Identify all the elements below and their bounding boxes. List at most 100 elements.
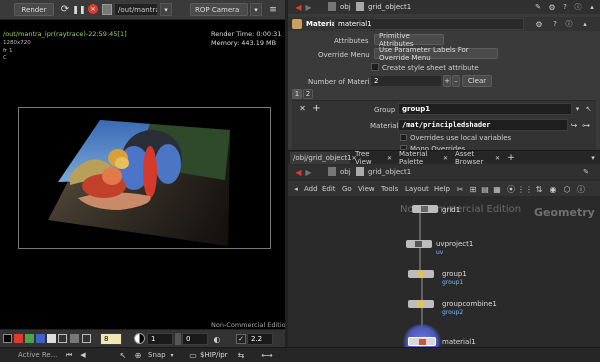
split-icon[interactable]: [70, 334, 79, 343]
menu-tools[interactable]: Tools: [381, 185, 398, 193]
tab-material-palette[interactable]: Material Palette ✕: [396, 150, 450, 166]
lut-icon[interactable]: [175, 333, 181, 345]
info-icon[interactable]: ⓘ: [564, 19, 574, 29]
offset-field[interactable]: 0: [182, 333, 208, 345]
help-icon[interactable]: ?: [550, 19, 560, 29]
tab-asset-browser[interactable]: Asset Browser ✕: [452, 150, 502, 166]
mono-swatch-icon[interactable]: [3, 334, 12, 343]
num-materials-label: Number of Materials: [308, 78, 380, 86]
style-sheet-checkbox[interactable]: [371, 63, 379, 71]
tab-network[interactable]: /obj/grid_object1 ✕: [290, 152, 357, 164]
menu-edit[interactable]: Edit: [322, 185, 336, 193]
color-icon[interactable]: ◉: [548, 184, 558, 194]
network-canvas[interactable]: Non-Commercial Edition Geometry grid1 uv…: [288, 196, 600, 362]
network-box-icon[interactable]: ▦: [492, 184, 502, 194]
parm-path-node[interactable]: grid_object1: [368, 3, 411, 11]
gain-field[interactable]: 1: [147, 333, 173, 345]
node-uvproject1-label: uvproject1: [436, 240, 474, 248]
info-icon[interactable]: ⓘ: [576, 184, 586, 194]
fold-icon[interactable]: ▴: [587, 2, 597, 12]
red-channel-icon[interactable]: [14, 334, 23, 343]
override-menu-select[interactable]: Use Parameter Labels For Override Menu: [374, 46, 498, 62]
sync-icon[interactable]: ⇆: [236, 350, 246, 360]
add-tab-icon[interactable]: +: [506, 152, 516, 163]
snap-icon[interactable]: ⊕: [133, 350, 143, 360]
snap-menu-icon[interactable]: ▾: [168, 350, 176, 360]
layout-icon[interactable]: ⊞: [468, 184, 478, 194]
group-field[interactable]: group1: [398, 103, 572, 115]
frame-icon[interactable]: [82, 334, 91, 343]
exposure-icon[interactable]: [134, 333, 145, 344]
playbar-icon[interactable]: ⟷: [261, 350, 272, 360]
green-channel-icon[interactable]: [25, 334, 34, 343]
tab-2[interactable]: 2: [303, 89, 313, 99]
node-groupcombine1[interactable]: [408, 300, 434, 308]
close-icon[interactable]: ✕: [387, 155, 392, 162]
material-path-field[interactable]: /mat/principledshader: [398, 119, 568, 131]
blue-channel-icon[interactable]: [36, 334, 45, 343]
skip-back-icon[interactable]: ⏮: [64, 350, 74, 360]
chevron-down-icon[interactable]: ▾: [573, 104, 582, 114]
snap-label[interactable]: Snap: [148, 351, 166, 359]
forward-icon[interactable]: ▶: [304, 2, 313, 12]
tools-icon[interactable]: ✂: [455, 184, 465, 194]
node-material1[interactable]: [408, 337, 436, 346]
network-path-obj[interactable]: obj: [340, 168, 351, 176]
node-chooser-icon[interactable]: ⊶: [581, 120, 591, 130]
gear-icon[interactable]: ⚙: [534, 19, 544, 29]
play-back-icon[interactable]: ◀: [78, 350, 88, 360]
sticky-icon[interactable]: ▤: [480, 184, 490, 194]
frame-field[interactable]: 8: [100, 333, 122, 345]
material-node-icon: [419, 339, 426, 345]
hip-path: $HIP/ipr: [200, 351, 228, 359]
clear-button[interactable]: Clear: [462, 75, 492, 87]
shape-icon[interactable]: ⬡: [562, 184, 572, 194]
wire-icon[interactable]: ⇅: [534, 184, 544, 194]
add-block-icon[interactable]: +: [312, 103, 321, 114]
forward-icon[interactable]: ▶: [304, 167, 313, 177]
menu-layout[interactable]: Layout: [405, 185, 429, 193]
tab-tree-view[interactable]: Tree View ✕: [352, 150, 394, 166]
info-icon[interactable]: ⓘ: [573, 2, 583, 12]
gamma-check-icon[interactable]: ✓: [236, 334, 246, 344]
add-material-button[interactable]: +: [443, 75, 451, 87]
gamma-field[interactable]: 2.2: [247, 333, 273, 345]
node-name-field[interactable]: material1: [334, 18, 524, 30]
jump-icon[interactable]: ↪: [569, 120, 579, 130]
node-uvproject1[interactable]: [406, 240, 432, 248]
grid-icon[interactable]: ⋮⋮: [517, 184, 533, 194]
close-icon[interactable]: ✕: [495, 155, 500, 162]
cursor-icon[interactable]: ↖: [118, 350, 128, 360]
pin-icon[interactable]: ✎: [581, 167, 591, 177]
menu-toggle-icon[interactable]: ◂: [292, 184, 300, 193]
remove-material-button[interactable]: –: [452, 75, 460, 87]
close-icon[interactable]: ✕: [443, 155, 448, 162]
pane-menu-icon[interactable]: ▾: [588, 152, 598, 163]
pin-icon[interactable]: ✎: [533, 2, 543, 12]
attributes-select[interactable]: Primitive Attributes: [374, 32, 444, 48]
parm-path-obj[interactable]: obj: [340, 3, 351, 11]
overrides-local-checkbox[interactable]: [400, 134, 407, 141]
select-arrow-icon[interactable]: ↖: [584, 104, 593, 114]
tab-1[interactable]: 1: [292, 89, 302, 99]
menu-add[interactable]: Add: [304, 185, 318, 193]
dot-icon[interactable]: ⦿: [506, 184, 516, 194]
back-icon[interactable]: ◀: [294, 167, 303, 177]
back-icon[interactable]: ◀: [294, 2, 303, 12]
gear-icon[interactable]: ⚙: [547, 2, 557, 12]
remove-block-icon[interactable]: ✕: [298, 104, 307, 113]
help-icon[interactable]: ?: [560, 2, 570, 12]
gamma-icon[interactable]: ◐: [212, 333, 222, 345]
grid-icon[interactable]: [58, 334, 67, 343]
menu-go[interactable]: Go: [342, 185, 352, 193]
node-group1[interactable]: [408, 270, 434, 278]
menu-help[interactable]: Help: [434, 185, 450, 193]
viewer-pane: Render ⟳ ❚❚ ✕ /out/mantra_ipr ▾ ROP Came…: [0, 0, 290, 362]
node-grid1[interactable]: [412, 205, 438, 213]
num-materials-field[interactable]: 2: [370, 75, 442, 87]
menu-view[interactable]: View: [358, 185, 375, 193]
folder-icon[interactable]: ▭: [188, 350, 198, 360]
fold-icon[interactable]: ▴: [580, 19, 590, 29]
network-path-node[interactable]: grid_object1: [368, 168, 411, 176]
white-channel-icon[interactable]: [47, 334, 56, 343]
